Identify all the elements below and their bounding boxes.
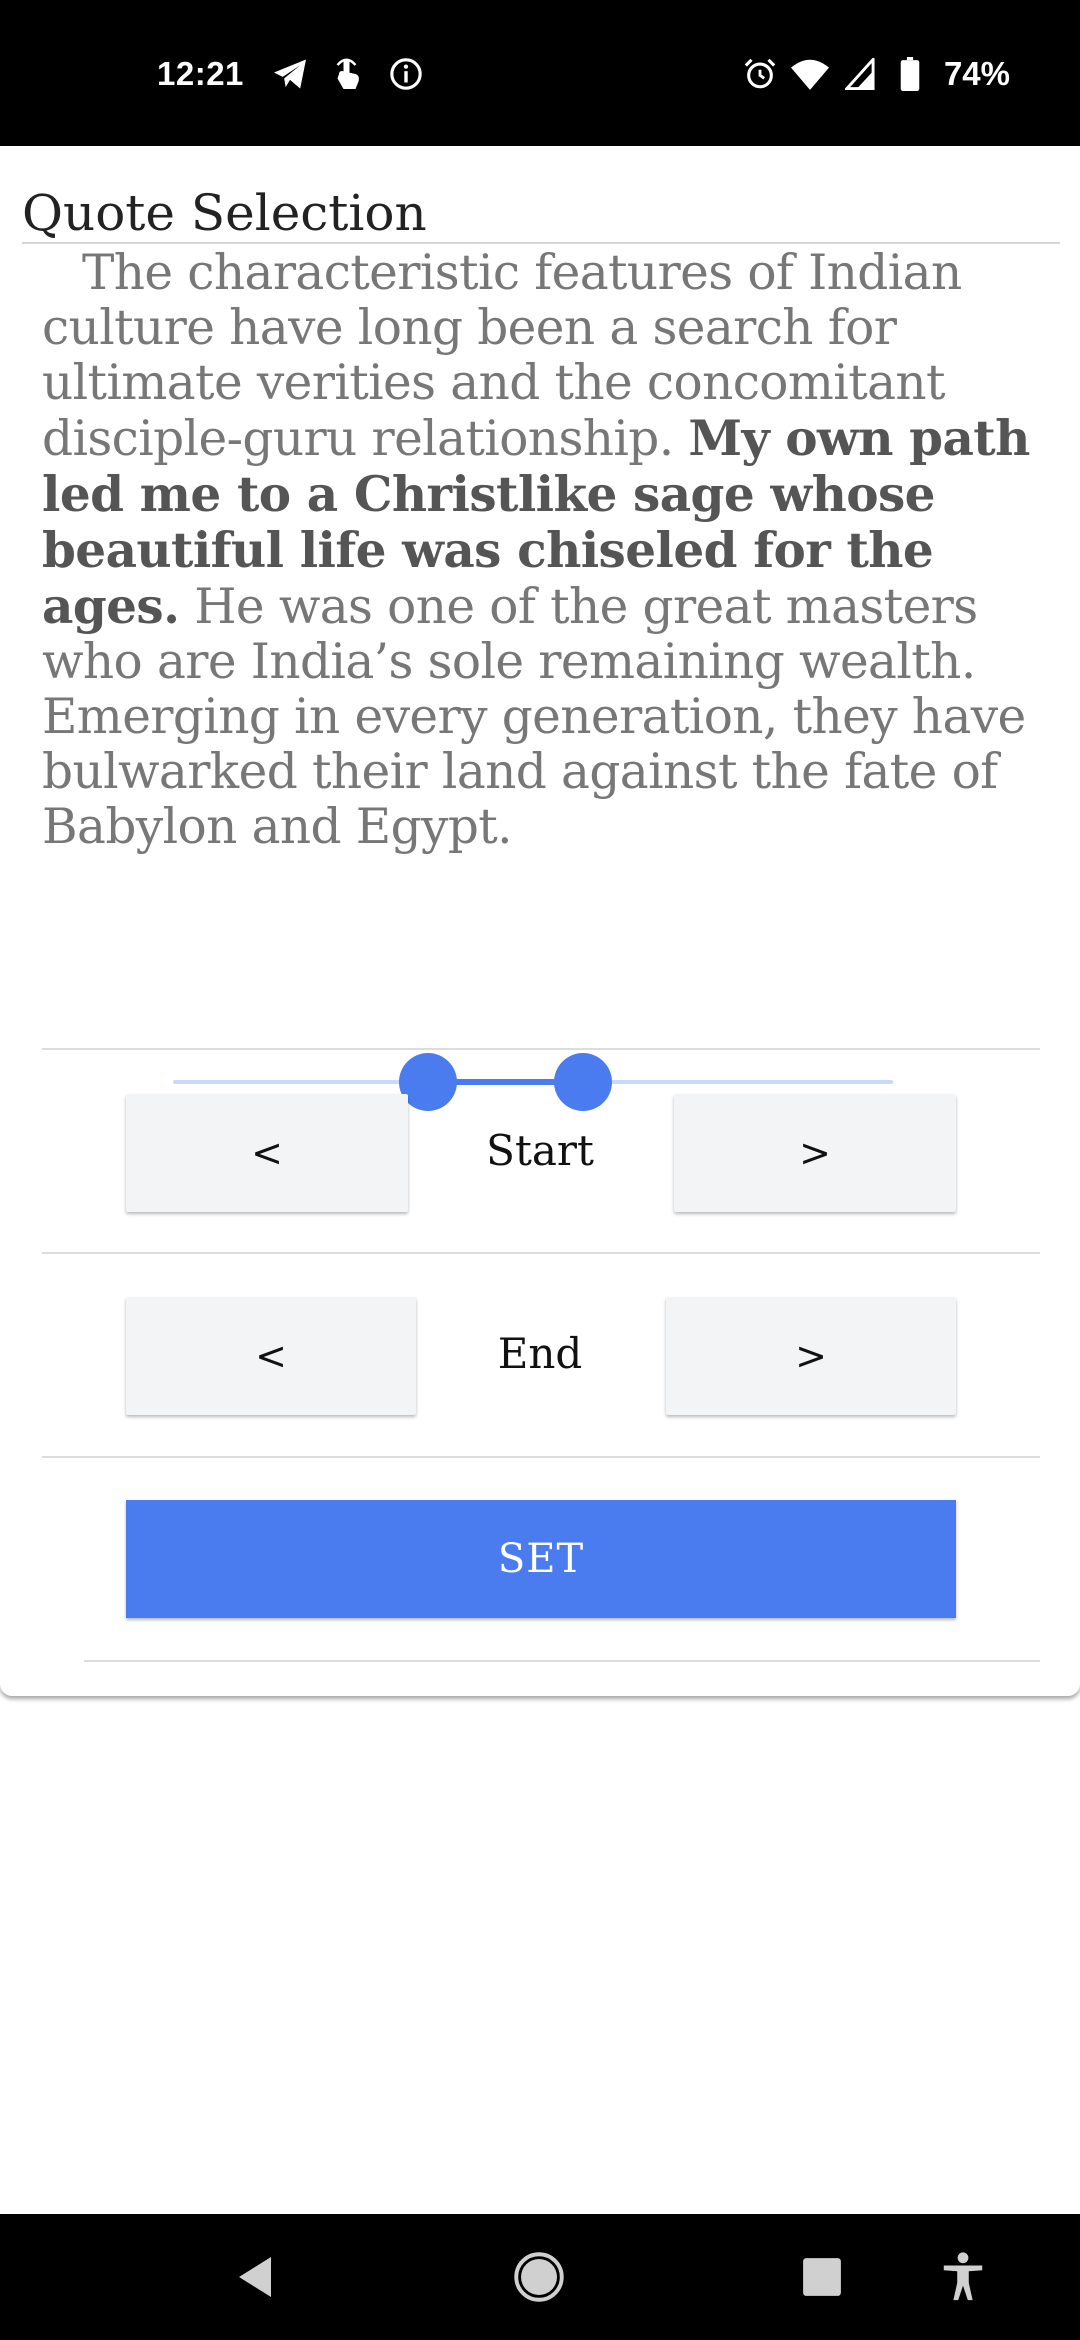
status-bar: 12:21 74% <box>0 0 1080 146</box>
dialog-title: Quote Selection <box>22 184 427 242</box>
divider <box>42 1048 1040 1050</box>
divider <box>42 1456 1040 1458</box>
status-right: 74% <box>740 54 1010 94</box>
status-time: 12:21 <box>157 55 244 92</box>
back-icon[interactable] <box>222 2244 288 2310</box>
start-prev-button[interactable]: < <box>126 1094 408 1212</box>
battery-icon <box>890 54 930 94</box>
end-next-button[interactable]: > <box>666 1297 956 1415</box>
telegram-icon <box>270 54 310 94</box>
end-prev-button[interactable]: < <box>126 1297 416 1415</box>
set-button[interactable]: SET <box>126 1500 956 1618</box>
info-icon <box>386 54 426 94</box>
battery-percentage: 74% <box>943 55 1010 92</box>
quote-after-selection: He was one of the great masters who are … <box>42 579 1026 855</box>
start-label: Start <box>486 1126 594 1175</box>
slider-end-thumb[interactable] <box>554 1053 612 1111</box>
divider <box>42 1252 1040 1254</box>
end-label: End <box>497 1329 583 1378</box>
accessibility-icon[interactable] <box>930 2244 996 2310</box>
wifi-icon <box>790 54 830 94</box>
divider <box>84 1660 1040 1662</box>
quote-selection-dialog: Quote Selection The characteristic featu… <box>0 146 1080 1696</box>
navigation-bar <box>0 2214 1080 2340</box>
signal-icon <box>840 54 880 94</box>
status-left: 12:21 <box>157 54 444 94</box>
quote-text: The characteristic features of Indian cu… <box>42 246 1042 855</box>
home-icon[interactable] <box>506 2244 572 2310</box>
title-divider <box>22 242 1060 244</box>
alarm-icon <box>740 54 780 94</box>
touch-icon <box>328 54 368 94</box>
recents-icon[interactable] <box>789 2244 855 2310</box>
start-next-button[interactable]: > <box>674 1094 956 1212</box>
